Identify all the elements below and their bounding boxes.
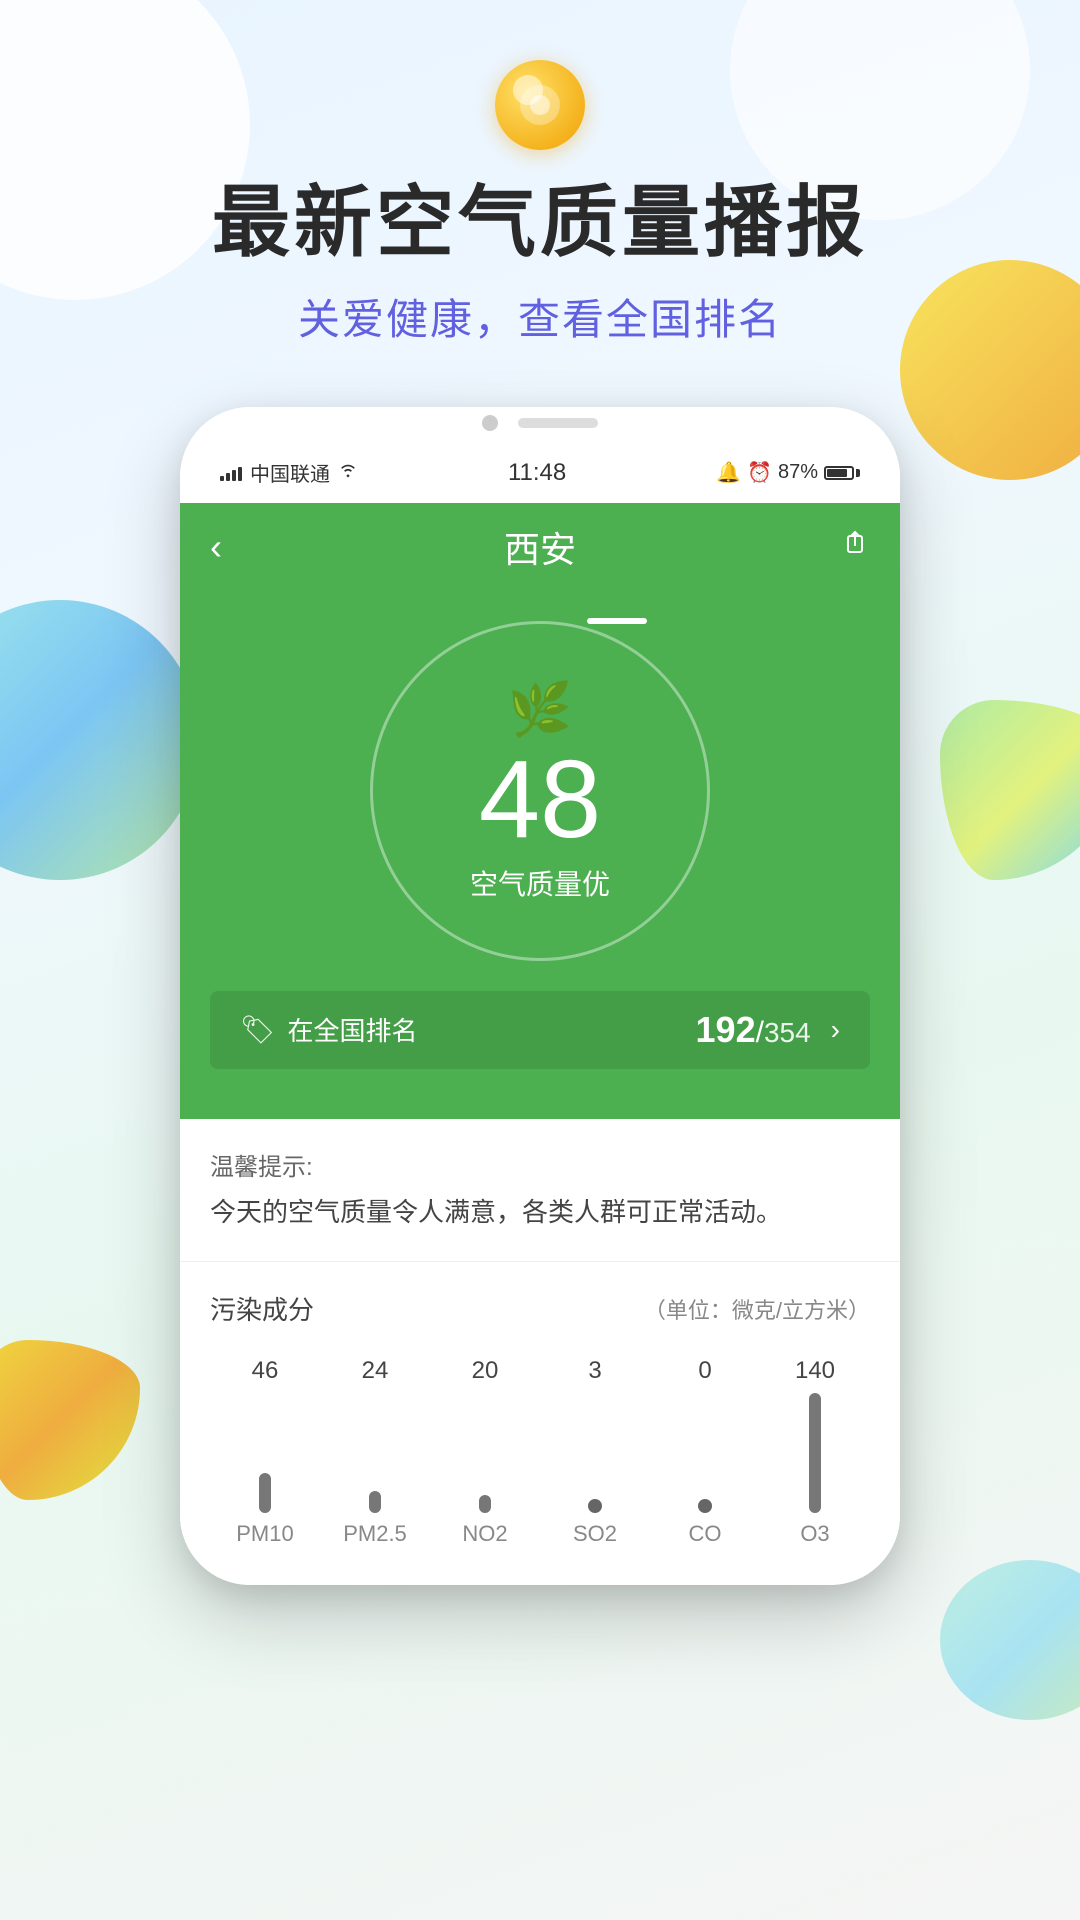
aqi-leaf-icon: 🌿 — [508, 679, 573, 740]
ranking-total: 354 — [764, 1017, 811, 1048]
ranking-bar[interactable]: 🏷 在全国排名 192/354 › — [210, 991, 870, 1069]
status-bar: 中国联通 11:48 🔔 ⏰ 87% — [180, 443, 900, 503]
no2-label: NO2 — [462, 1521, 507, 1547]
sub-title: 关爱健康，查看全国排名 — [0, 286, 1080, 347]
phone-mockup: 中国联通 11:48 🔔 ⏰ 87% — [180, 407, 900, 1586]
pollutant-pm10: 46 PM10 — [210, 1357, 320, 1547]
so2-value: 3 — [588, 1357, 601, 1385]
alarm-icon: 🔔 — [716, 460, 741, 485]
ranking-right: 192/354 › — [696, 1009, 840, 1051]
status-bar-left: 中国联通 — [220, 458, 358, 487]
tip-title: 温馨提示: — [210, 1147, 870, 1182]
phone-wrapper: 中国联通 11:48 🔔 ⏰ 87% — [0, 407, 1080, 1586]
notification-icon — [515, 80, 565, 130]
ranking-label: 在全国排名 — [288, 1011, 418, 1048]
aqi-value: 48 — [479, 745, 601, 855]
carrier-name: 中国联通 — [250, 458, 330, 487]
no2-bar — [479, 1495, 491, 1513]
o3-bar-container — [809, 1393, 821, 1513]
tip-content: 今天的空气质量令人满意，各类人群可正常活动。 — [210, 1192, 870, 1234]
pollutants-chart: 46 PM10 24 PM2.5 — [210, 1357, 870, 1557]
nav-back-button[interactable]: ‹ — [210, 526, 260, 568]
co-value: 0 — [698, 1357, 711, 1385]
battery-icon — [824, 466, 860, 480]
status-bar-right: 🔔 ⏰ 87% — [716, 460, 860, 485]
aqi-label: 空气质量优 — [470, 863, 610, 903]
signal-icon — [220, 465, 242, 481]
app-icon — [495, 60, 585, 150]
wifi-icon — [338, 461, 358, 484]
pm25-bar — [369, 1491, 381, 1513]
pollutant-no2: 20 NO2 — [430, 1357, 540, 1547]
pollutant-o3: 140 O3 — [760, 1357, 870, 1547]
so2-dot — [588, 1499, 602, 1513]
nav-bar: ‹ 西安 — [180, 503, 900, 591]
ranking-left: 🏷 在全国排名 — [240, 1011, 418, 1048]
ranking-current: 192 — [696, 1009, 756, 1050]
pollutant-co: 0 CO — [650, 1357, 760, 1547]
ranking-numbers: 192/354 — [696, 1009, 811, 1051]
pm25-label: PM2.5 — [343, 1521, 407, 1547]
clock-icon: ⏰ — [747, 460, 772, 485]
pm25-bar-container — [369, 1393, 381, 1513]
pollutants-title: 污染成分 — [210, 1290, 314, 1327]
o3-bar — [809, 1393, 821, 1513]
main-title: 最新空气质量播报 — [0, 180, 1080, 266]
pollutant-so2: 3 SO2 — [540, 1357, 650, 1547]
so2-bar-container — [588, 1393, 602, 1513]
tip-section: 温馨提示: 今天的空气质量令人满意，各类人群可正常活动。 — [180, 1119, 900, 1263]
aqi-section: 🌿 48 空气质量优 🏷 在全国排名 192/354 › — [180, 591, 900, 1119]
pollutants-unit: （单位：微克/立方米） — [644, 1293, 870, 1325]
pollutants-section: 污染成分 （单位：微克/立方米） 46 PM10 24 — [180, 1262, 900, 1585]
phone-notch — [180, 407, 900, 443]
ranking-arrow-icon: › — [831, 1014, 840, 1046]
nav-city-title: 西安 — [504, 521, 576, 573]
nav-share-button[interactable] — [820, 528, 870, 566]
app-header: 最新空气质量播报 关爱健康，查看全国排名 — [0, 0, 1080, 347]
back-icon: ‹ — [210, 526, 222, 567]
so2-label: SO2 — [573, 1521, 617, 1547]
pm25-value: 24 — [362, 1357, 389, 1385]
aqi-circle: 🌿 48 空气质量优 — [370, 621, 710, 961]
no2-value: 20 — [472, 1357, 499, 1385]
pm10-value: 46 — [252, 1357, 279, 1385]
phone-speaker — [518, 418, 598, 428]
no2-bar-container — [479, 1393, 491, 1513]
pollutants-header: 污染成分 （单位：微克/立方米） — [210, 1290, 870, 1327]
co-bar-container — [698, 1393, 712, 1513]
share-icon — [840, 528, 870, 558]
co-dot — [698, 1499, 712, 1513]
o3-label: O3 — [800, 1521, 829, 1547]
co-label: CO — [689, 1521, 722, 1547]
pollutant-pm25: 24 PM2.5 — [320, 1357, 430, 1547]
pm10-bar-container — [259, 1393, 271, 1513]
status-bar-time: 11:48 — [508, 459, 566, 487]
pm10-label: PM10 — [236, 1521, 293, 1547]
ranking-flag-icon: 🏷 — [240, 1013, 276, 1046]
app-content: ‹ 西安 🌿 48 空气质量优 — [180, 503, 900, 1586]
phone-camera — [482, 415, 498, 431]
pm10-bar — [259, 1473, 271, 1513]
o3-value: 140 — [795, 1357, 835, 1385]
battery-percent: 87% — [778, 461, 818, 484]
